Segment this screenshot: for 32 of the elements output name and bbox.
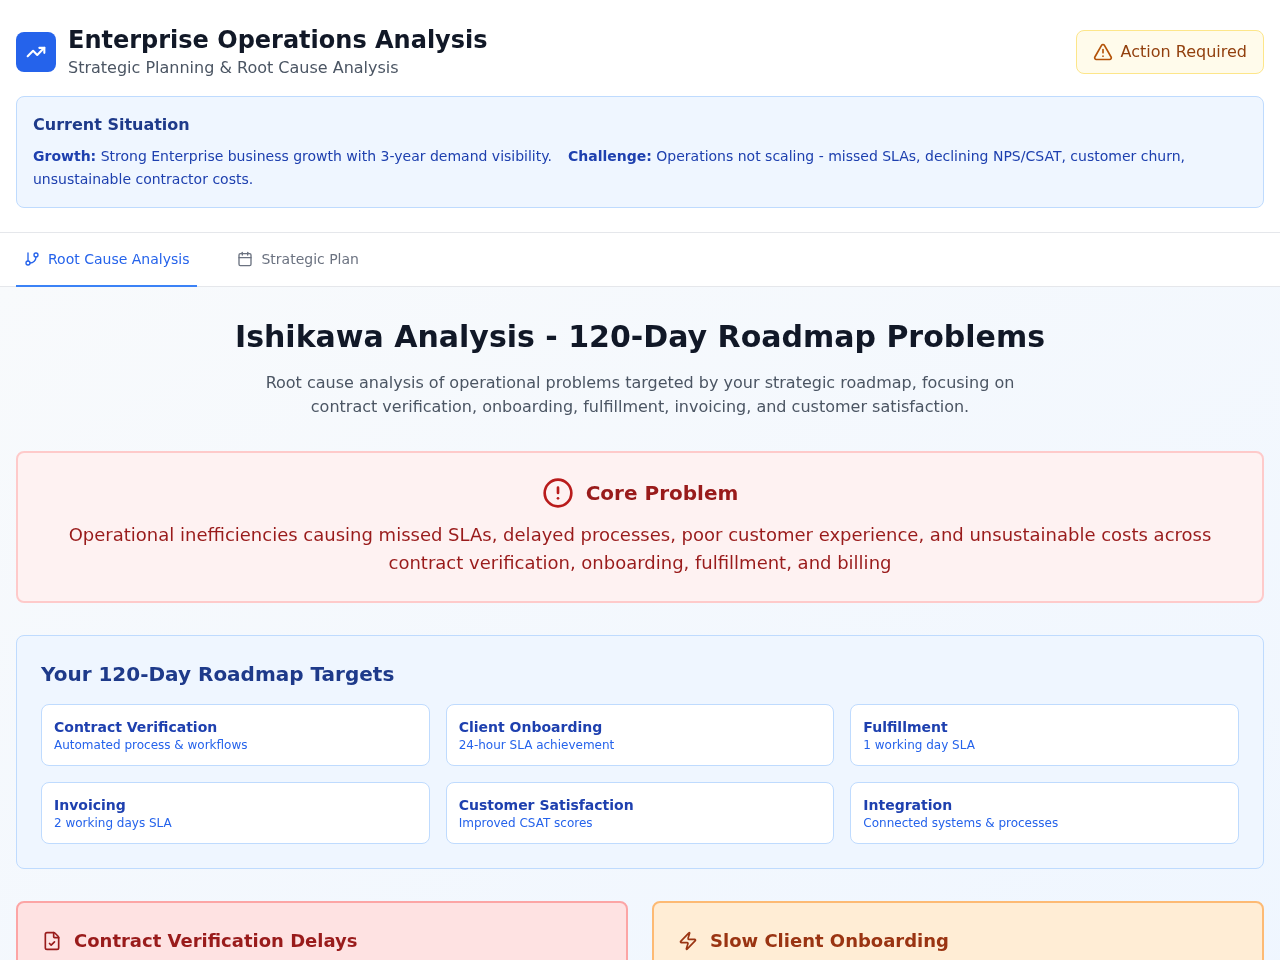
targets-title: Your 120-Day Roadmap Targets [41,661,396,688]
calendar-icon [237,251,254,267]
target-title: Fulfillment [863,718,949,737]
page-subtitle: Strategic Planning & Root Cause Analysis [68,57,400,79]
target-title: Customer Satisfaction [458,796,635,815]
file-check-icon [42,931,62,951]
warning-icon [1092,42,1113,62]
target-subtitle: 1 working day SLA [863,737,976,753]
situation-title: Current Situation [33,114,191,136]
problem-title: Slow Client Onboarding [710,929,949,953]
analysis-description: Root cause analysis of operational problems targeted by your strategic roadmap, focusing on contract verification, onboarding, fulfillment, invoicing, and customer satisfaction. [264,372,1016,418]
analysis-title: Ishikawa Analysis - 120-Day Roadmap Problems [234,319,1046,355]
target-title: Contract Verification [54,718,219,737]
tab[interactable]: Strategic Plan [229,233,367,287]
branch-icon [24,251,40,267]
badge-label: Action Required [1120,41,1247,63]
target-subtitle: Improved CSAT scores [458,815,594,831]
alert-circle-icon [541,477,574,509]
page-title: Enterprise Operations Analysis [68,25,488,56]
target-subtitle: Connected systems & processes [863,815,1060,831]
lightning-icon [678,931,698,951]
problem-title: Contract Verification Delays [74,929,358,953]
core-problem-title: Core Problem [585,480,739,507]
target-title: Invoicing [54,796,127,815]
trending-up-icon [16,32,56,72]
target-title: Integration [863,796,954,815]
core-problem-text: Operational inefficiencies causing missed SLAs, delayed processes, poor customer experience, and unsustainable costs across contract verification, onboarding, fulfillment, and billing [67,523,1213,575]
situation-text: Growth: Strong Enterprise business growth with 3-year demand visibility. Challenge: Operations not scaling - missed SLAs, declining NPS/CSAT, customer churn, unsustainable contractor costs. [33,147,1186,189]
target-subtitle: 2 working days SLA [54,815,173,831]
target-subtitle: 24-hour SLA achievement [458,737,616,753]
target-title: Client Onboarding [458,718,604,737]
target-subtitle: Automated process & workflows [54,737,249,753]
